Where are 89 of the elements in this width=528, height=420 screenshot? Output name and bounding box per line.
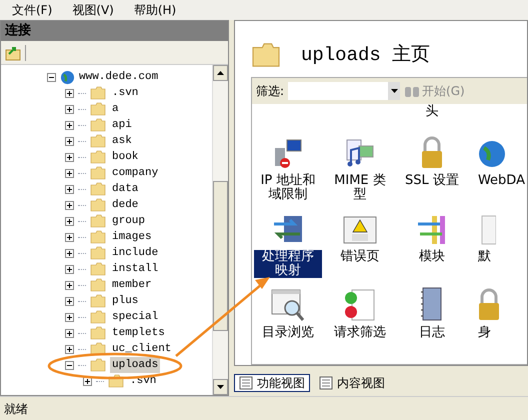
- folder-icon: [90, 326, 106, 340]
- dropdown-icon[interactable]: [390, 89, 398, 93]
- up-arrow-icon[interactable]: [216, 71, 224, 75]
- folder-icon: [90, 102, 106, 116]
- expand-icon[interactable]: [65, 328, 74, 338]
- tree-item[interactable]: ask: [110, 133, 134, 149]
- down-arrow-icon[interactable]: [216, 385, 224, 389]
- globe-icon: [60, 70, 75, 84]
- feature-label[interactable]: 目录浏览: [254, 326, 322, 340]
- tree-item[interactable]: include: [110, 245, 160, 261]
- expand-icon[interactable]: [65, 152, 74, 162]
- tree-item[interactable]: group: [110, 213, 148, 229]
- feature-label: 头: [425, 104, 438, 121]
- expand-icon[interactable]: [65, 280, 74, 290]
- folder-icon: [90, 150, 106, 164]
- view-icon: [238, 376, 253, 390]
- collapse-icon[interactable]: [47, 72, 56, 82]
- menu-item[interactable]: 文件(F): [12, 1, 52, 19]
- tree-item[interactable]: book: [110, 149, 140, 165]
- expand-icon[interactable]: [65, 312, 74, 322]
- folder-icon: [90, 294, 106, 308]
- filter-input[interactable]: [288, 82, 400, 100]
- menu-item[interactable]: 帮助(H): [134, 1, 176, 19]
- tree-item[interactable]: member: [110, 277, 154, 293]
- collapse-icon[interactable]: [65, 360, 74, 370]
- expand-icon[interactable]: [65, 232, 74, 242]
- tree-item[interactable]: install: [110, 261, 160, 277]
- tree-item[interactable]: uploads: [110, 357, 160, 373]
- folder-arrow-icon[interactable]: [5, 44, 21, 60]
- filter-label: 筛选:: [256, 83, 284, 100]
- feature-label[interactable]: WebDA: [476, 174, 527, 188]
- folder-icon: [90, 278, 106, 292]
- folder-icon: [90, 310, 106, 324]
- feature-label[interactable]: SSL 设置: [398, 174, 466, 188]
- folder-icon: [250, 42, 281, 68]
- feature-label[interactable]: 模块: [398, 250, 466, 264]
- feature-label[interactable]: IP 地址和域限制: [254, 174, 322, 202]
- tree-item[interactable]: api: [110, 117, 134, 133]
- feature-label[interactable]: MIME 类型: [326, 174, 394, 202]
- error-page-icon: [342, 214, 378, 246]
- folder-icon: [90, 134, 106, 148]
- folder-icon: [90, 230, 106, 244]
- scrollbar[interactable]: [212, 65, 228, 395]
- folder-icon: [90, 86, 106, 100]
- folder-icon: [90, 182, 106, 196]
- folder-icon: [90, 118, 106, 132]
- feature-label[interactable]: 请求筛选: [326, 326, 394, 340]
- tree-item[interactable]: www.dede.com: [79, 68, 158, 86]
- expand-icon[interactable]: [65, 200, 74, 210]
- folder-icon: [90, 198, 106, 212]
- expand-icon[interactable]: [65, 168, 74, 178]
- folder-icon: [90, 166, 106, 180]
- folder-icon: [90, 214, 106, 228]
- panel-title: 连接: [5, 22, 31, 40]
- feature-label[interactable]: 日志: [398, 326, 466, 340]
- expand-icon[interactable]: [65, 344, 74, 354]
- feature-label[interactable]: 身: [476, 326, 493, 340]
- tree-item[interactable]: special: [110, 309, 160, 325]
- feature-label[interactable]: 错误页: [326, 250, 394, 264]
- tree-item[interactable]: dede: [110, 197, 140, 213]
- tree-item[interactable]: images: [110, 229, 154, 245]
- expand-icon[interactable]: [65, 248, 74, 258]
- tree-item[interactable]: .svn: [110, 85, 140, 101]
- folder-icon: [90, 262, 106, 276]
- tree-item[interactable]: plus: [110, 293, 140, 309]
- view-tab[interactable]: 功能视图: [234, 374, 310, 392]
- view-icon: [318, 376, 333, 390]
- tree-item[interactable]: templets: [110, 325, 167, 341]
- expand-icon[interactable]: [65, 296, 74, 306]
- status-text: 就绪: [4, 400, 28, 418]
- window-magnifier-icon: [270, 288, 306, 322]
- tree-item[interactable]: a: [110, 101, 121, 117]
- expand-icon[interactable]: [65, 120, 74, 130]
- page-title: uploads 主页: [300, 42, 430, 68]
- menu-item[interactable]: 视图(V): [72, 1, 114, 19]
- folder-icon: [90, 246, 106, 260]
- feature-label[interactable]: 默: [476, 250, 493, 264]
- tree-item[interactable]: company: [110, 165, 160, 181]
- view-tab[interactable]: 内容视图: [314, 374, 390, 392]
- expand-icon[interactable]: [65, 184, 74, 194]
- tree-item[interactable]: data: [110, 181, 140, 197]
- tree-item[interactable]: uc_client: [110, 341, 174, 357]
- binoculars-icon: [404, 84, 420, 98]
- expand-icon[interactable]: [65, 104, 74, 114]
- folder-icon: [90, 358, 106, 372]
- expand-icon[interactable]: [65, 88, 74, 98]
- expand-icon[interactable]: [65, 216, 74, 226]
- expand-icon[interactable]: [65, 264, 74, 274]
- expand-icon[interactable]: [65, 136, 74, 146]
